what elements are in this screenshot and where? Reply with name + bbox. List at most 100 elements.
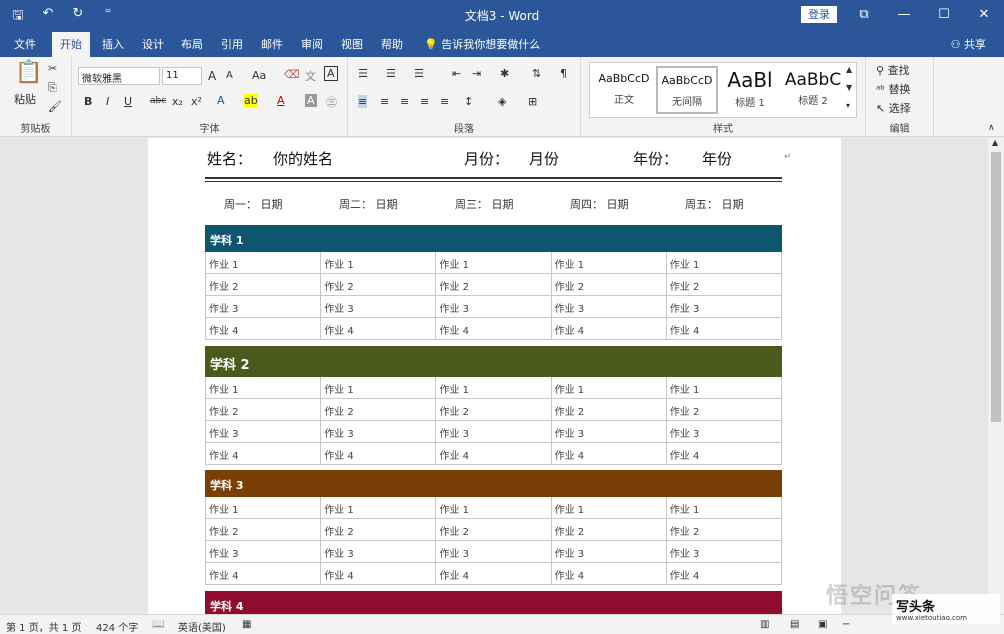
table-cell[interactable]: 作业 4 <box>551 443 667 465</box>
underline-button[interactable]: U <box>124 95 132 108</box>
share-button[interactable]: ⚇ 共享 <box>951 36 986 52</box>
ribbon-display-options-icon[interactable]: ⧉ <box>844 0 884 30</box>
tell-me-search[interactable]: 💡 告诉我你想要做什么 <box>424 36 540 52</box>
signin-button[interactable]: 登录 <box>801 6 837 23</box>
font-size-select[interactable]: 11 <box>162 67 202 85</box>
language-indicator[interactable]: 英语(美国) <box>178 619 226 634</box>
tab-design[interactable]: 设计 <box>142 36 164 52</box>
style-heading-1[interactable]: AaBl 标题 1 <box>719 66 781 114</box>
subject-title-4[interactable]: 学科 4 <box>205 591 782 614</box>
table-cell[interactable]: 作业 1 <box>436 377 552 399</box>
select-button[interactable]: ↖ 选择 <box>876 100 911 116</box>
table-cell[interactable]: 作业 4 <box>436 318 552 340</box>
tab-layout[interactable]: 布局 <box>181 36 203 52</box>
month-value[interactable]: 月份 <box>529 148 559 169</box>
table-cell[interactable]: 作业 1 <box>666 377 782 399</box>
table-cell[interactable]: 作业 3 <box>321 421 437 443</box>
table-cell[interactable]: 作业 1 <box>206 377 322 399</box>
superscript-button[interactable]: x² <box>191 95 202 108</box>
table-cell[interactable]: 作业 2 <box>436 399 552 421</box>
web-layout-icon[interactable]: ▣ <box>818 619 827 630</box>
tab-file[interactable]: 文件 <box>14 36 36 52</box>
text-effects-icon[interactable]: A <box>217 94 225 107</box>
table-cell[interactable]: 作业 1 <box>436 252 552 274</box>
maximize-button[interactable]: ☐ <box>924 0 964 30</box>
table-cell[interactable]: 作业 1 <box>551 377 667 399</box>
table-cell[interactable]: 作业 3 <box>666 296 782 318</box>
line-spacing-icon[interactable]: ↕ <box>464 95 473 108</box>
table-cell[interactable]: 作业 3 <box>551 421 667 443</box>
multilevel-list-icon[interactable]: ☰ <box>414 67 424 80</box>
table-cell[interactable]: 作业 3 <box>436 421 552 443</box>
table-cell[interactable]: 作业 1 <box>666 497 782 519</box>
table-cell[interactable]: 作业 1 <box>666 252 782 274</box>
paste-icon[interactable]: 📋 <box>15 60 42 85</box>
cut-icon[interactable]: ✂ <box>48 62 57 75</box>
close-button[interactable]: ✕ <box>964 0 1004 30</box>
table-cell[interactable]: 作业 1 <box>436 497 552 519</box>
year-value[interactable]: 年份 <box>702 148 732 169</box>
page-count[interactable]: 第 1 页，共 1 页 <box>6 619 81 634</box>
table-cell[interactable]: 作业 3 <box>321 296 437 318</box>
align-right-icon[interactable]: ≡ <box>400 95 409 108</box>
style-normal[interactable]: AaBbCcD 正文 <box>593 66 655 114</box>
show-marks-icon[interactable]: ¶ <box>560 67 567 80</box>
style-heading-2[interactable]: AaBbC 标题 2 <box>782 66 844 114</box>
phonetic-icon[interactable]: 文 <box>305 68 316 84</box>
table-cell[interactable]: 作业 2 <box>436 519 552 541</box>
vertical-scrollbar[interactable]: ▲ <box>988 138 1004 614</box>
copy-icon[interactable]: ⎘ <box>48 81 57 95</box>
bold-button[interactable]: B <box>84 95 92 108</box>
print-layout-icon[interactable]: ▤ <box>790 619 799 630</box>
table-cell[interactable]: 作业 3 <box>206 541 322 563</box>
tab-home[interactable]: 开始 <box>52 32 90 57</box>
grow-font-button[interactable]: A <box>208 69 216 83</box>
char-shading-icon[interactable]: A <box>305 94 317 107</box>
table-cell[interactable]: 作业 3 <box>551 541 667 563</box>
tab-help[interactable]: 帮助 <box>381 36 403 52</box>
align-center-icon[interactable]: ≡ <box>380 95 389 108</box>
table-cell[interactable]: 作业 1 <box>321 377 437 399</box>
table-cell[interactable]: 作业 2 <box>666 274 782 296</box>
table-cell[interactable]: 作业 1 <box>206 252 322 274</box>
replace-button[interactable]: ᵃᵇ 替换 <box>876 81 911 97</box>
scroll-up-icon[interactable]: ▲ <box>992 138 998 147</box>
bullets-icon[interactable]: ☰ <box>358 67 368 80</box>
name-value[interactable]: 你的姓名 <box>273 148 333 169</box>
styles-more-icon[interactable]: ▾ <box>846 101 850 110</box>
tab-references[interactable]: 引用 <box>221 36 243 52</box>
table-cell[interactable]: 作业 2 <box>321 519 437 541</box>
table-cell[interactable]: 作业 4 <box>436 563 552 585</box>
chinese-layout-icon[interactable]: ✱ <box>500 67 509 80</box>
table-cell[interactable]: 作业 1 <box>321 252 437 274</box>
paste-button[interactable]: 粘贴 <box>14 91 36 107</box>
table-cell[interactable]: 作业 2 <box>666 519 782 541</box>
table-cell[interactable]: 作业 4 <box>206 563 322 585</box>
table-cell[interactable]: 作业 4 <box>666 443 782 465</box>
table-cell[interactable]: 作业 1 <box>206 497 322 519</box>
table-cell[interactable]: 作业 4 <box>666 318 782 340</box>
table-cell[interactable]: 作业 3 <box>206 296 322 318</box>
table-cell[interactable]: 作业 4 <box>551 563 667 585</box>
clear-format-icon[interactable]: ⌫ <box>284 68 300 81</box>
table-cell[interactable]: 作业 3 <box>551 296 667 318</box>
font-color-icon[interactable]: A <box>277 94 285 107</box>
document-page[interactable]: 姓名： 你的姓名 月份： 月份 年份： 年份 ↵ 周一： 日期 周二： 日期 周… <box>148 138 841 614</box>
table-cell[interactable]: 作业 2 <box>206 399 322 421</box>
decrease-indent-icon[interactable]: ⇤ <box>452 67 461 80</box>
shrink-font-button[interactable]: A <box>226 70 233 81</box>
subscript-button[interactable]: x₂ <box>172 95 183 108</box>
tab-insert[interactable]: 插入 <box>102 36 124 52</box>
table-cell[interactable]: 作业 4 <box>206 318 322 340</box>
table-cell[interactable]: 作业 2 <box>551 399 667 421</box>
table-cell[interactable]: 作业 4 <box>436 443 552 465</box>
table-cell[interactable]: 作业 2 <box>321 399 437 421</box>
table-cell[interactable]: 作业 3 <box>436 296 552 318</box>
font-name-select[interactable]: 微软雅黑 <box>78 67 160 85</box>
word-count[interactable]: 424 个字 <box>96 619 138 634</box>
table-cell[interactable]: 作业 4 <box>551 318 667 340</box>
subject-title-2[interactable]: 学科 2 <box>205 346 782 377</box>
scroll-thumb[interactable] <box>991 152 1001 422</box>
tab-mailings[interactable]: 邮件 <box>261 36 283 52</box>
table-cell[interactable]: 作业 3 <box>666 421 782 443</box>
